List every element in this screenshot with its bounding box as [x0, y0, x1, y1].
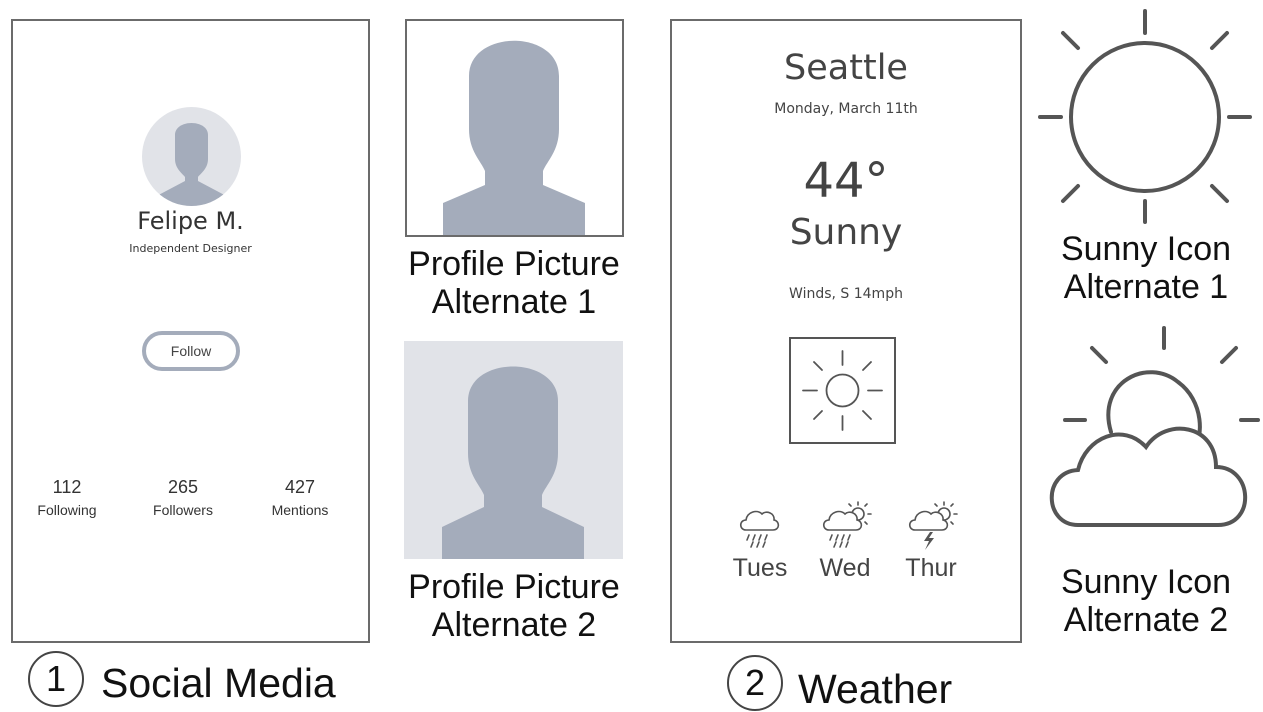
section-number-2: 2 [727, 655, 783, 711]
stat-followers-value: 265 [167, 477, 199, 497]
profile-role: Independent Designer [129, 242, 252, 255]
sunny-alt-2-caption: Sunny Icon Alternate 2 [1035, 563, 1257, 639]
weather-temperature: 44° [803, 153, 889, 209]
silhouette-icon [443, 40, 585, 235]
weather-condition: Sunny [789, 212, 903, 253]
rain-cloud-icon [739, 510, 780, 548]
caption-line: Sunny Icon [1060, 230, 1232, 268]
stat-followers: 265 Followers [133, 477, 233, 518]
sunny-alt-1-caption: Sunny Icon Alternate 1 [1035, 230, 1257, 306]
profile-name: Felipe M. [137, 207, 244, 235]
stat-following: 112 Following [17, 477, 117, 518]
weather-date: Monday, March 11th [774, 101, 918, 117]
forecast-day-wed: Wed [819, 554, 871, 582]
stat-mentions: 427 Mentions [250, 477, 350, 518]
forecast-day-thur: Thur [905, 554, 957, 582]
section-title-social-media: Social Media [101, 660, 336, 706]
stat-mentions-value: 427 [284, 477, 316, 497]
stat-mentions-label: Mentions [271, 502, 329, 518]
sun-icon [789, 337, 896, 444]
caption-line: Profile Picture [408, 568, 620, 606]
weather-winds: Winds, S 14mph [789, 286, 903, 302]
forecast-day-tues: Tues [732, 554, 788, 582]
profile-picture-alternate-1 [405, 19, 624, 237]
profile-picture-alternate-2 [404, 341, 623, 559]
caption-line: Alternate 1 [1063, 268, 1229, 306]
weather-city: Seattle [784, 48, 908, 88]
caption-line: Alternate 2 [431, 606, 597, 644]
sun-rain-cloud-icon [822, 501, 872, 548]
partly-sunny-cloud-icon [1049, 326, 1260, 527]
sun-storm-cloud-icon [908, 501, 958, 550]
section-title-weather: Weather [798, 666, 953, 712]
follow-button[interactable]: Follow [142, 331, 240, 371]
sun-icon [1038, 9, 1252, 224]
caption-line: Sunny Icon [1060, 563, 1232, 601]
profile-alt-1-caption: Profile Picture Alternate 1 [380, 245, 648, 321]
caption-line: Alternate 2 [1063, 601, 1229, 639]
section-number-1: 1 [28, 651, 84, 707]
stat-followers-label: Followers [153, 502, 213, 518]
profile-alt-2-caption: Profile Picture Alternate 2 [380, 568, 648, 644]
avatar [142, 107, 241, 206]
silhouette-icon [442, 366, 584, 559]
stat-following-value: 112 [52, 477, 82, 497]
caption-line: Alternate 1 [431, 283, 597, 321]
caption-line: Profile Picture [408, 245, 620, 283]
stat-following-label: Following [37, 502, 97, 518]
